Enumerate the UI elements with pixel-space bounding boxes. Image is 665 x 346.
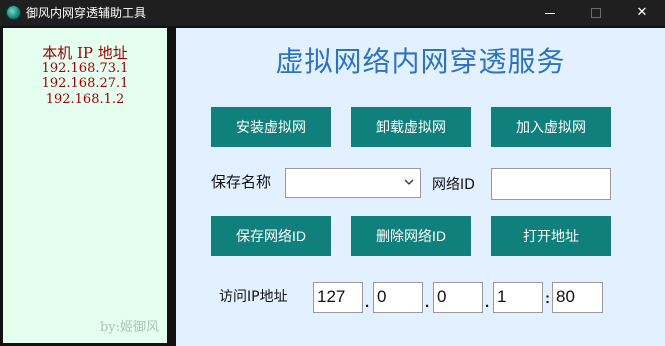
install-network-button[interactable]: 安装虚拟网 bbox=[211, 107, 331, 147]
save-name-label: 保存名称 bbox=[211, 173, 272, 191]
ip-address-item: 192.168.73.1 bbox=[41, 61, 129, 76]
delete-network-id-button[interactable]: 删除网络ID bbox=[351, 216, 471, 256]
ip-octet-2-input[interactable]: 0 bbox=[373, 282, 423, 313]
maximize-button[interactable] bbox=[573, 0, 619, 26]
ip-dot-separator: . bbox=[365, 294, 370, 311]
network-id-label: 网络ID bbox=[432, 177, 475, 193]
ip-octet-4-input[interactable]: 1 bbox=[493, 282, 543, 313]
window-title: 御风内网穿透辅助工具 bbox=[26, 6, 147, 20]
client-area: 本机 IP 地址 192.168.73.1 192.168.27.1 192.1… bbox=[0, 26, 665, 346]
uninstall-network-button[interactable]: 卸载虚拟网 bbox=[351, 107, 471, 147]
page-title: 虚拟网络内网穿透服务 bbox=[275, 45, 566, 78]
ip-dot-separator: . bbox=[485, 294, 490, 311]
network-id-input[interactable] bbox=[491, 168, 611, 200]
save-name-select[interactable] bbox=[285, 168, 421, 198]
join-network-button[interactable]: 加入虚拟网 bbox=[491, 107, 611, 147]
local-ip-title: 本机 IP 地址 bbox=[42, 44, 128, 62]
ip-address-item: 192.168.1.2 bbox=[45, 92, 125, 107]
ip-dot-separator: . bbox=[425, 294, 430, 311]
ip-octet-1-input[interactable]: 127 bbox=[313, 282, 363, 313]
globe-app-icon bbox=[6, 5, 21, 20]
maximize-icon bbox=[591, 8, 601, 18]
title-bar[interactable]: 御风内网穿透辅助工具 ✕ bbox=[0, 0, 665, 26]
ip-address-item: 192.168.27.1 bbox=[41, 76, 129, 91]
save-network-id-button[interactable]: 保存网络ID bbox=[211, 216, 331, 256]
open-address-button[interactable]: 打开地址 bbox=[491, 216, 611, 256]
chevron-down-icon bbox=[403, 175, 415, 189]
local-ip-panel: 本机 IP 地址 192.168.73.1 192.168.27.1 192.1… bbox=[3, 28, 167, 343]
close-button[interactable]: ✕ bbox=[619, 0, 665, 26]
minimize-icon bbox=[545, 13, 555, 14]
minimize-button[interactable] bbox=[527, 0, 573, 26]
port-input[interactable]: 80 bbox=[552, 282, 603, 313]
ip-octet-3-input[interactable]: 0 bbox=[433, 282, 483, 313]
port-separator: : bbox=[545, 290, 550, 307]
access-ip-label: 访问IP地址 bbox=[219, 289, 288, 305]
main-panel: 虚拟网络内网穿透服务 安装虚拟网 卸载虚拟网 加入虚拟网 保存名称 网络ID 保… bbox=[176, 28, 665, 346]
author-credit: by:姬御风 bbox=[99, 320, 159, 335]
